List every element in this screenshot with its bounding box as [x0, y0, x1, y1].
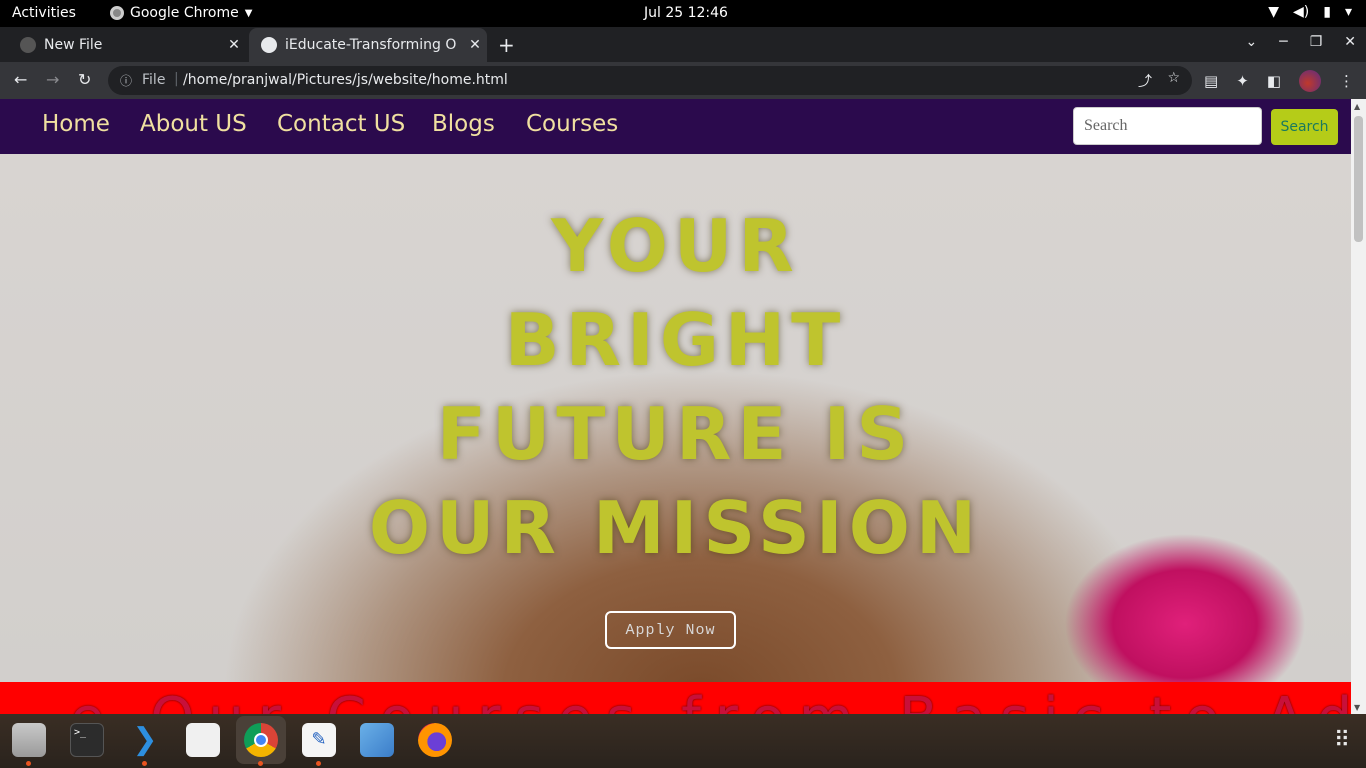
search-button[interactable]: Search — [1271, 109, 1338, 145]
cube-app-icon[interactable] — [360, 723, 394, 757]
marquee-text: e Our Courses from Basic to Advan — [70, 686, 1351, 714]
app-menu[interactable]: Google Chrome ▼ — [110, 5, 252, 21]
system-top-bar: Activities Google Chrome ▼ Jul 25 12:46 … — [0, 0, 1366, 27]
address-bar[interactable]: ⓘ File | /home/pranjwal/Pictures/js/webs… — [108, 66, 1192, 95]
info-icon[interactable]: ⓘ — [120, 72, 132, 89]
dock: >_ ❯ ✎ ⠿ — [0, 714, 1366, 768]
restore-icon[interactable]: ❐ — [1310, 34, 1323, 50]
battery-icon: ▮ — [1323, 4, 1331, 20]
tab-strip: New File ✕ iEducate-Transforming O ✕ + ⌄… — [0, 27, 1366, 62]
extensions-puzzle-icon[interactable]: ✦ — [1236, 72, 1249, 90]
url-text[interactable]: /home/pranjwal/Pictures/js/website/home.… — [183, 72, 508, 88]
tab-ieducate[interactable]: iEducate-Transforming O ✕ — [249, 28, 487, 62]
forward-arrow-icon[interactable]: → — [46, 70, 59, 89]
new-tab-button[interactable]: + — [498, 33, 515, 57]
app-menu-label: Google Chrome — [130, 5, 239, 21]
tab-title: New File — [44, 37, 103, 53]
hero-line: BRIGHT — [504, 298, 847, 382]
tab-title: iEducate-Transforming O — [285, 37, 457, 53]
minimize-icon[interactable]: ─ — [1279, 34, 1287, 50]
nav-about[interactable]: About US — [140, 111, 247, 137]
nav-blogs[interactable]: Blogs — [432, 111, 495, 137]
side-panel-icon[interactable]: ◧ — [1267, 72, 1281, 90]
chevron-down-icon: ▾ — [1344, 4, 1352, 20]
running-indicator — [142, 761, 147, 766]
window-controls: ⌄ ─ ❐ ✕ — [1246, 34, 1356, 50]
text-editor-icon[interactable]: ✎ — [302, 723, 336, 766]
github-favicon-icon — [20, 37, 36, 53]
hero-line: FUTURE IS — [436, 392, 915, 476]
hero-section: YOUR BRIGHT FUTURE IS OUR MISSION Apply … — [0, 154, 1351, 682]
terminal-icon[interactable]: >_ — [70, 723, 104, 757]
web-page: Home About US Contact US Blogs Courses S… — [0, 99, 1351, 714]
scroll-up-icon[interactable]: ▲ — [1354, 102, 1360, 111]
scheme-label: File — [142, 72, 166, 88]
share-icon[interactable]: ⤴ — [1138, 71, 1152, 91]
close-tab-icon[interactable]: ✕ — [222, 37, 246, 53]
back-arrow-icon[interactable]: ← — [14, 70, 27, 89]
vscode-icon[interactable]: ❯ — [128, 723, 162, 766]
close-window-icon[interactable]: ✕ — [1344, 34, 1356, 50]
scrollbar-thumb[interactable] — [1354, 116, 1363, 242]
running-indicator — [258, 761, 263, 766]
toolbar-icons: ▤ ✦ ◧ ⋮ — [1204, 70, 1354, 92]
volume-icon: ◀) — [1293, 4, 1310, 20]
firefox-icon[interactable] — [418, 723, 452, 757]
page-scrollbar[interactable]: ▲ ▼ — [1351, 99, 1366, 714]
running-indicator — [316, 761, 321, 766]
tab-new-file[interactable]: New File ✕ — [8, 28, 246, 62]
search-input[interactable] — [1073, 107, 1262, 145]
scroll-down-icon[interactable]: ▼ — [1354, 703, 1360, 712]
kebab-menu-icon[interactable]: ⋮ — [1339, 72, 1354, 90]
globe-favicon-icon — [261, 37, 277, 53]
chrome-center — [254, 733, 268, 747]
running-indicator — [26, 761, 31, 766]
wifi-icon: ▼ — [1268, 4, 1280, 20]
files-icon[interactable] — [12, 723, 46, 766]
chrome-mini-icon — [110, 6, 124, 20]
close-tab-icon[interactable]: ✕ — [463, 37, 487, 53]
system-tray[interactable]: ▼ ◀) ▮ ▾ — [1268, 4, 1352, 20]
nav-contact[interactable]: Contact US — [277, 111, 405, 137]
address-separator: | — [174, 71, 179, 87]
profile-avatar[interactable] — [1299, 70, 1321, 92]
reload-icon[interactable]: ↻ — [78, 70, 91, 89]
courses-marquee: e Our Courses from Basic to Advan — [0, 682, 1351, 714]
document-viewer-icon[interactable] — [186, 723, 220, 757]
tab-search-icon[interactable]: ⌄ — [1246, 34, 1258, 50]
nav-courses[interactable]: Courses — [526, 111, 618, 137]
hero-line: OUR MISSION — [368, 486, 983, 570]
app-grid-icon[interactable]: ⠿ — [1334, 730, 1350, 752]
apply-now-button[interactable]: Apply Now — [605, 611, 736, 649]
tab-groups-icon[interactable]: ▤ — [1204, 72, 1218, 90]
chrome-icon[interactable] — [244, 723, 278, 766]
caret-down-icon: ▼ — [244, 7, 253, 19]
hero-line: YOUR — [551, 204, 800, 288]
nav-home[interactable]: Home — [42, 111, 110, 137]
clock[interactable]: Jul 25 12:46 — [644, 5, 728, 21]
hero-heading: YOUR BRIGHT FUTURE IS OUR MISSION — [0, 199, 1351, 575]
bookmark-star-icon[interactable]: ☆ — [1167, 70, 1180, 86]
browser-toolbar: ← → ↻ ⓘ File | /home/pranjwal/Pictures/j… — [0, 62, 1366, 99]
site-navbar: Home About US Contact US Blogs Courses S… — [0, 99, 1351, 154]
activities-button[interactable]: Activities — [12, 5, 76, 21]
